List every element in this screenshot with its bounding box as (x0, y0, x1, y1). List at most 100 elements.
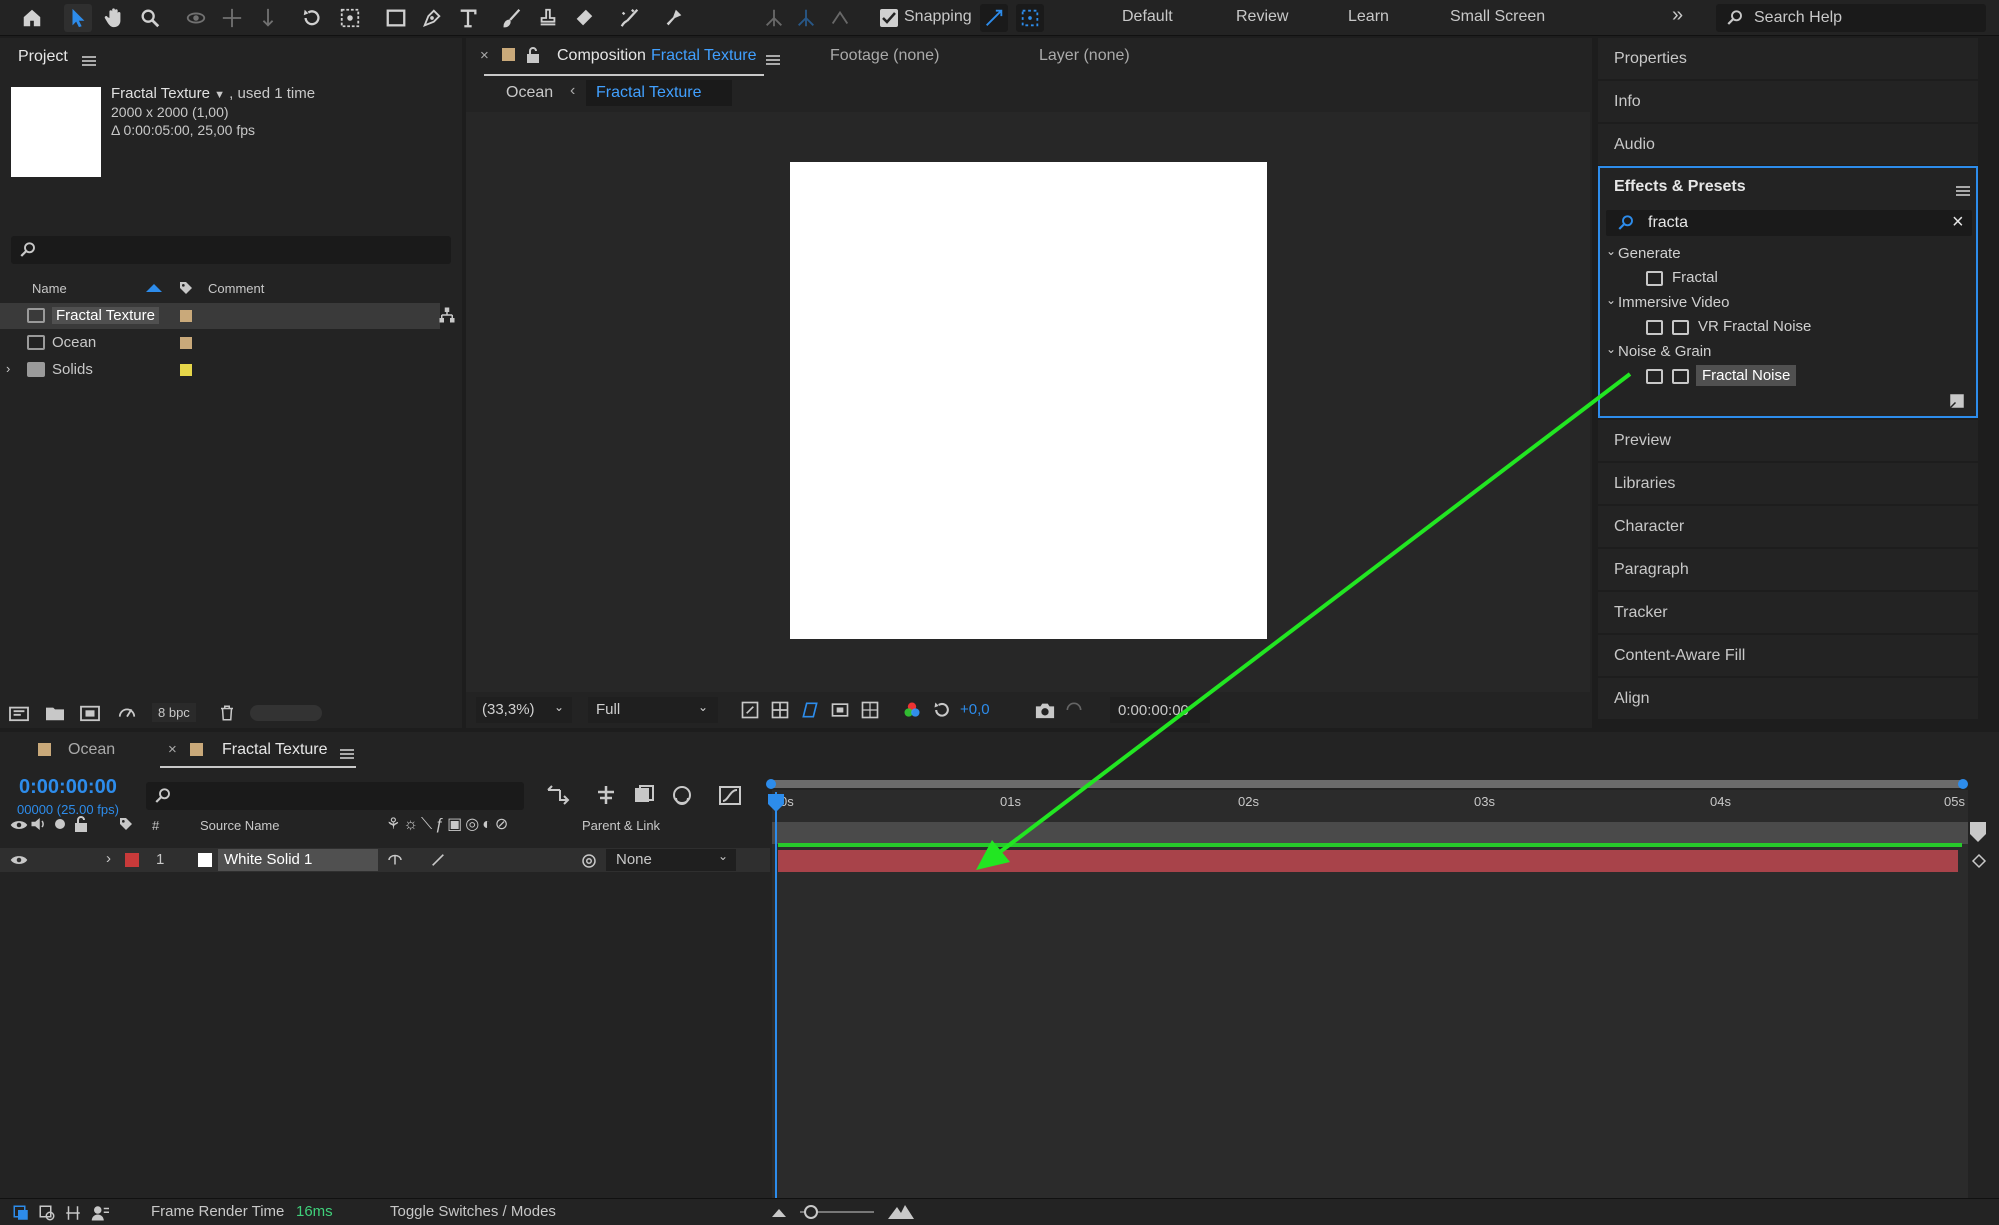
toggle-switches-modes-button[interactable]: Toggle Switches / Modes (390, 1203, 556, 1220)
comp-mini-flowchart-icon[interactable] (546, 784, 570, 806)
column-name[interactable]: Name (32, 281, 67, 296)
project-item-row[interactable]: › Solids (0, 357, 440, 383)
align-panel-header[interactable]: Align (1598, 678, 1978, 719)
effects-presets-title[interactable]: Effects & Presets (1614, 178, 1746, 196)
pen-tool-icon[interactable] (418, 4, 446, 32)
magnification-dropdown[interactable]: (33,3%) ⌄ (476, 697, 572, 723)
pick-whip-icon[interactable] (580, 852, 598, 870)
quality-switch-icon[interactable] (430, 852, 446, 868)
navigator-end-handle[interactable] (1958, 779, 1968, 789)
rectangle-tool-icon[interactable] (382, 4, 410, 32)
character-panel-header[interactable]: Character (1598, 506, 1978, 547)
work-area-bar[interactable] (772, 822, 1968, 844)
effects-panel-menu-icon[interactable] (1956, 186, 1970, 196)
distribute-tool-icon[interactable] (792, 4, 820, 32)
layer-label-swatch[interactable] (125, 853, 139, 867)
draft-3d-icon[interactable] (594, 784, 618, 806)
effect-item-fractal[interactable]: Fractal (1646, 268, 1972, 290)
clone-stamp-tool-icon[interactable] (534, 4, 562, 32)
clear-search-icon[interactable]: × (1952, 211, 1964, 234)
time-navigator-bar[interactable] (770, 780, 1966, 788)
expand-layer-icon[interactable]: › (106, 850, 111, 867)
project-search-input[interactable] (11, 236, 451, 264)
snap-features-icon[interactable] (1016, 4, 1044, 32)
close-comp-tab-icon[interactable]: × (480, 47, 489, 64)
label-color-swatch[interactable] (180, 337, 192, 349)
effect-item-vr-fractal-noise[interactable]: VR Fractal Noise (1646, 317, 1972, 339)
resolution-dropdown[interactable]: Full ⌄ (588, 697, 718, 723)
timeline-tab-ocean[interactable]: Ocean (68, 741, 115, 759)
workspace-learn[interactable]: Learn (1348, 8, 1389, 26)
exposure-value[interactable]: +0,0 (960, 701, 990, 718)
hand-tool-icon[interactable] (100, 4, 128, 32)
reset-exposure-icon[interactable] (932, 700, 952, 720)
comp-marker-bin-icon[interactable] (1970, 822, 1986, 842)
timeline-switch-icon[interactable] (1970, 852, 1988, 870)
pan-behind-tool-icon[interactable] (336, 4, 364, 32)
properties-panel-header[interactable]: Properties (1598, 38, 1978, 79)
graph-editor-icon[interactable] (718, 784, 742, 806)
rotate-tool-icon[interactable] (298, 4, 326, 32)
grid-guides-icon[interactable] (860, 700, 880, 720)
lock-icon[interactable] (526, 47, 540, 63)
align-tool-icon[interactable] (760, 4, 788, 32)
orbit-tool-icon[interactable] (182, 4, 210, 32)
render-time-toggle-icon[interactable] (90, 1204, 110, 1222)
shy-layers-icon[interactable] (632, 784, 656, 806)
project-item-row[interactable]: Fractal Texture (0, 303, 440, 329)
mask-visibility-icon[interactable] (800, 700, 820, 720)
pan-tool-icon[interactable] (218, 4, 246, 32)
project-panel-title[interactable]: Project (18, 48, 68, 66)
project-panel-menu-icon[interactable] (82, 56, 96, 66)
zoom-in-icon[interactable] (888, 1203, 914, 1219)
roto-brush-tool-icon[interactable] (616, 4, 644, 32)
timeline-panel-menu-icon[interactable] (340, 749, 354, 759)
dolly-tool-icon[interactable] (254, 4, 282, 32)
parent-dropdown[interactable]: None ⌄ (606, 849, 736, 871)
in-out-toggle-icon[interactable] (64, 1204, 82, 1222)
effects-group-noise-grain[interactable]: ⌄ Noise & Grain (1606, 342, 1972, 364)
interpret-footage-icon[interactable] (8, 704, 30, 722)
label-color-swatch[interactable] (180, 310, 192, 322)
column-parent-link[interactable]: Parent & Link (582, 818, 660, 833)
comp-tab-name[interactable]: Fractal Texture (651, 47, 757, 65)
paragraph-panel-header[interactable]: Paragraph (1598, 549, 1978, 590)
type-tool-icon[interactable] (454, 4, 482, 32)
column-comment[interactable]: Comment (208, 281, 264, 296)
home-icon[interactable] (18, 4, 46, 32)
timeline-zoom-handle[interactable] (804, 1205, 818, 1219)
layer-switches-toggle-icon[interactable] (12, 1204, 30, 1222)
label-color-swatch[interactable] (180, 364, 192, 376)
libraries-panel-header[interactable]: Libraries (1598, 463, 1978, 504)
timeline-layer-row[interactable]: › 1 White Solid 1 None ⌄ (0, 848, 770, 872)
new-folder-icon[interactable] (44, 704, 66, 722)
composition-canvas[interactable] (790, 162, 1267, 639)
column-source-name[interactable]: Source Name (200, 818, 279, 833)
brush-tool-icon[interactable] (498, 4, 526, 32)
puppet-tool-icon[interactable] (660, 4, 688, 32)
transparency-grid-icon[interactable] (770, 700, 790, 720)
preview-panel-header[interactable]: Preview (1598, 420, 1978, 461)
time-ruler[interactable]: 0s 01s 02s 03s 04s 05s (772, 792, 1968, 820)
workspace-review[interactable]: Review (1236, 8, 1288, 26)
breadcrumb-ocean[interactable]: Ocean (506, 84, 553, 102)
color-channels-icon[interactable] (902, 700, 922, 720)
viewer-timecode[interactable]: 0:00:00:00 (1110, 697, 1210, 723)
effects-search-input[interactable]: fracta × (1606, 210, 1972, 236)
project-item-row[interactable]: Ocean (0, 330, 440, 356)
breadcrumb-current[interactable]: Fractal Texture (586, 80, 732, 106)
snap-options-icon[interactable] (826, 4, 854, 32)
audio-panel-header[interactable]: Audio (1598, 124, 1978, 165)
delete-icon[interactable] (218, 704, 236, 722)
fast-previews-icon[interactable] (740, 700, 760, 720)
dropdown-arrow-icon[interactable]: ▼ (214, 89, 225, 101)
current-time-indicator[interactable] (775, 792, 777, 1198)
selection-tool-icon[interactable] (64, 4, 92, 32)
thumbnail-size-slider[interactable] (250, 705, 322, 721)
comp-tab-prefix[interactable]: Composition (557, 47, 646, 65)
new-preset-icon[interactable] (1948, 392, 1966, 410)
snapshot-camera-icon[interactable] (1034, 700, 1056, 720)
expand-arrow-icon[interactable]: › (6, 361, 10, 376)
transfer-controls-toggle-icon[interactable] (38, 1204, 56, 1222)
sort-ascending-icon[interactable] (146, 284, 162, 292)
